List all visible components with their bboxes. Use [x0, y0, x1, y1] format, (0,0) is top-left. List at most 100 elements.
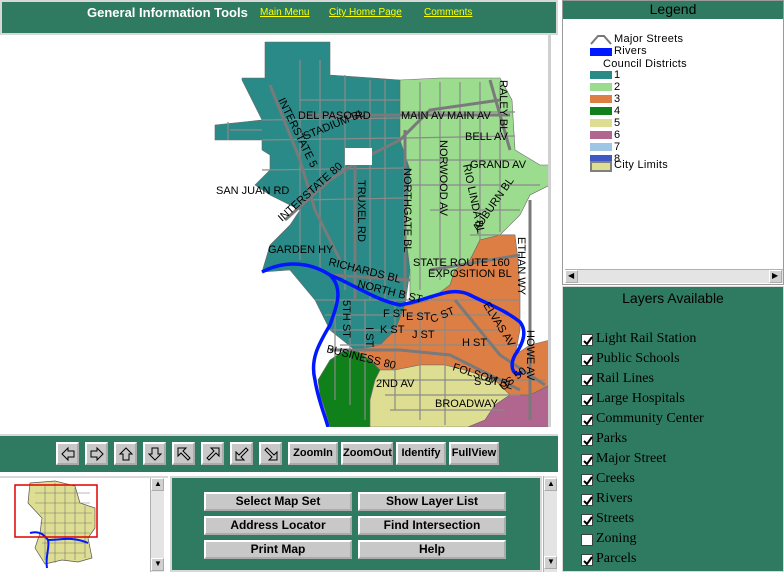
checkmark-icon	[583, 336, 593, 346]
layer-checkbox[interactable]	[581, 434, 593, 446]
pan-southwest-icon[interactable]	[230, 442, 253, 465]
city-limits-symbol	[590, 161, 612, 172]
district-6-swatch	[590, 131, 612, 139]
find-intersection-button[interactable]: Find Intersection	[358, 516, 506, 535]
help-button[interactable]: Help	[358, 540, 506, 559]
layer-checkbox[interactable]	[581, 414, 593, 426]
layer-checkbox[interactable]	[581, 454, 593, 466]
layer-checkbox[interactable]	[581, 554, 593, 566]
layer-label: Parcels	[596, 551, 637, 566]
label-j-st: J ST	[412, 329, 435, 341]
label-2nd-av: 2ND AV	[376, 378, 415, 390]
checkmark-icon	[583, 376, 593, 386]
legend-major-streets: Major Streets	[614, 33, 684, 45]
checkmark-icon	[583, 456, 593, 466]
layer-label: Community Center	[596, 411, 704, 426]
address-locator-button[interactable]: Address Locator	[204, 516, 352, 535]
identify-button[interactable]: Identify	[396, 442, 446, 465]
checkmark-icon	[583, 516, 593, 526]
label-truxel-rd: TRUXEL RD	[355, 180, 367, 242]
map-view[interactable]: DEL PASO RD MAIN AV MAIN AV RALEY BL STA…	[0, 35, 551, 427]
legend-panel: Legend Major Streets Rivers Council Dist…	[562, 0, 784, 285]
legend-district-7: 7	[614, 141, 621, 153]
layers-title: Layers Available	[622, 290, 724, 306]
scroll-up-icon[interactable]: ▲	[151, 478, 164, 491]
layer-checkbox[interactable]	[581, 394, 593, 406]
scroll-down-icon[interactable]: ▼	[544, 556, 557, 569]
scroll-left-icon[interactable]: ◀	[565, 270, 578, 283]
layer-label: Light Rail Station	[596, 331, 697, 346]
legend-city-limits: City Limits	[614, 159, 669, 171]
label-e-st: E ST	[406, 311, 431, 323]
layer-checkbox[interactable]	[581, 374, 593, 386]
layer-checkbox[interactable]	[581, 534, 593, 546]
pan-west-icon[interactable]	[56, 442, 79, 465]
layer-checkbox[interactable]	[581, 474, 593, 486]
city-home-page-link[interactable]: City Home Page	[329, 7, 402, 18]
pan-northeast-icon[interactable]	[201, 442, 224, 465]
label-norwood-av: NORWOOD AV	[437, 140, 449, 217]
label-garden-hy: GARDEN HY	[268, 244, 334, 256]
label-bell-av: BELL AV	[465, 131, 508, 143]
header-bar: General Information Tools Main Menu City…	[0, 0, 558, 35]
checkmark-icon	[583, 436, 593, 446]
overview-canvas[interactable]	[0, 478, 150, 572]
show-layer-list-button[interactable]: Show Layer List	[358, 492, 506, 511]
label-raley-bl: RALEY BL	[497, 80, 509, 132]
legend-district-1: 1	[614, 69, 621, 81]
pan-north-icon[interactable]	[114, 442, 137, 465]
label-howe-av: HOWE AV	[524, 330, 536, 381]
label-5th-st: 5TH ST	[340, 300, 352, 338]
pan-east-icon[interactable]	[85, 442, 108, 465]
overview-map[interactable]: ▲ ▼	[0, 476, 168, 572]
checkmark-icon	[583, 556, 593, 566]
layer-checkbox[interactable]	[581, 334, 593, 346]
label-grand-av: GRAND AV	[470, 159, 527, 171]
layer-label: Large Hospitals	[596, 391, 685, 406]
full-view-button[interactable]: FullView	[449, 442, 499, 465]
district-7-swatch	[590, 143, 612, 151]
zoom-out-button[interactable]: ZoomOut	[341, 442, 393, 465]
label-f-st: F ST	[383, 308, 407, 320]
layer-label: Public Schools	[596, 351, 680, 366]
label-k-st: K ST	[380, 324, 405, 336]
district-1-swatch	[590, 71, 612, 79]
app-title: General Information Tools	[87, 5, 248, 20]
layer-label: Streets	[596, 511, 635, 526]
print-map-button[interactable]: Print Map	[204, 540, 352, 559]
checkmark-icon	[583, 496, 593, 506]
layers-panel: Layers Available Light Rail Station Publi…	[562, 286, 784, 572]
command-panel-scrollbar[interactable]: ▲ ▼	[543, 476, 557, 572]
district-3-swatch	[590, 95, 612, 103]
scroll-up-icon[interactable]: ▲	[544, 478, 557, 491]
scroll-right-icon[interactable]: ▶	[769, 270, 782, 283]
pan-southeast-icon[interactable]	[259, 442, 282, 465]
zoom-in-button[interactable]: ZoomIn	[288, 442, 338, 465]
command-panel: Select Map Set Show Layer List Address L…	[170, 476, 542, 572]
pan-south-icon[interactable]	[143, 442, 166, 465]
legend-scrollbar[interactable]: ◀ ▶	[565, 269, 783, 283]
scroll-down-icon[interactable]: ▼	[151, 558, 164, 571]
map-toolbar: ZoomIn ZoomOut Identify FullView	[0, 434, 558, 472]
layer-label: Zoning	[596, 531, 637, 546]
layer-checkbox[interactable]	[581, 514, 593, 526]
layer-label: Creeks	[596, 471, 635, 486]
major-streets-symbol	[590, 35, 612, 45]
rivers-symbol	[590, 48, 612, 56]
pan-northwest-icon[interactable]	[172, 442, 195, 465]
map-canvas[interactable]: DEL PASO RD MAIN AV MAIN AV RALEY BL STA…	[0, 35, 551, 427]
layer-checkbox[interactable]	[581, 494, 593, 506]
select-map-set-button[interactable]: Select Map Set	[204, 492, 352, 511]
legend-district-5: 5	[614, 117, 621, 129]
layer-label: Major Street	[596, 451, 667, 466]
label-northgate-bl: NORTHGATE BL	[401, 168, 413, 253]
label-exposition-bl: EXPOSITION BL	[428, 268, 512, 280]
main-menu-link[interactable]: Main Menu	[260, 7, 309, 18]
checkmark-icon	[583, 416, 593, 426]
layer-checkbox[interactable]	[581, 354, 593, 366]
legend-district-4: 4	[614, 105, 621, 117]
label-i-st: I ST	[363, 327, 375, 347]
overview-scrollbar[interactable]: ▲ ▼	[150, 478, 164, 572]
comments-link[interactable]: Comments	[424, 7, 472, 18]
label-broadway: BROADWAY	[435, 398, 499, 410]
